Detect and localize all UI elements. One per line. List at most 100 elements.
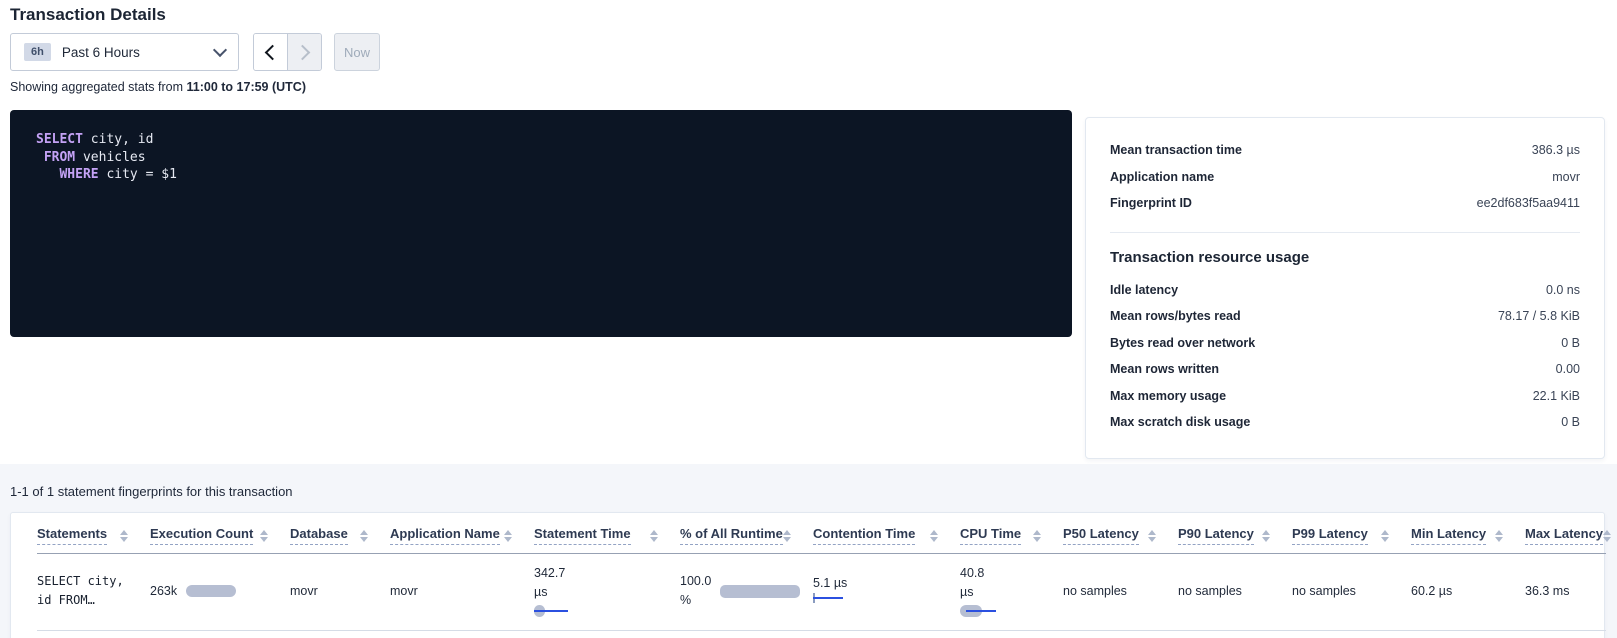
column-header[interactable]: Execution Count — [150, 513, 290, 554]
sort-icon[interactable] — [1603, 530, 1611, 542]
aggregated-stats-prefix: Showing aggregated stats from — [10, 80, 183, 94]
p90-latency-cell: no samples — [1178, 554, 1292, 631]
contention-time-bar — [813, 593, 960, 606]
max-latency-cell: 36.3 ms — [1525, 554, 1606, 631]
statements-table-card: Statements Execution Count Database Applica… — [10, 512, 1605, 638]
summary-label: Idle latency — [1110, 277, 1178, 304]
column-header[interactable]: CPU Time — [960, 513, 1063, 554]
column-header[interactable]: Statement Time — [534, 513, 680, 554]
sort-icon[interactable] — [1495, 530, 1503, 542]
summary-kv-list: Mean transaction time386.3 µsApplication… — [1110, 137, 1580, 217]
sort-icon[interactable] — [1262, 530, 1270, 542]
column-header[interactable]: Application Name — [390, 513, 534, 554]
summary-value: 78.17 / 5.8 KiB — [1498, 303, 1580, 330]
sort-icon[interactable] — [783, 530, 791, 542]
column-header-label: Statement Time — [534, 526, 631, 545]
sort-icon[interactable] — [120, 530, 128, 542]
execution-count-cell: 263k — [150, 554, 290, 631]
column-header[interactable]: P99 Latency — [1292, 513, 1411, 554]
page-title: Transaction Details — [10, 5, 166, 25]
runtime-percent-cell: 100.0 % — [680, 554, 813, 631]
summary-value: 0.0 ns — [1546, 277, 1580, 304]
resource-usage-title: Transaction resource usage — [1110, 249, 1580, 266]
summary-label: Mean rows/bytes read — [1110, 303, 1241, 330]
summary-value: 0.00 — [1556, 356, 1580, 383]
column-header-label: P90 Latency — [1178, 526, 1254, 545]
p99-latency-cell: no samples — [1292, 554, 1411, 631]
column-header[interactable]: % of All Runtime — [680, 513, 813, 554]
summary-row: Mean transaction time 386.3 µs — [1110, 137, 1580, 164]
database-cell: movr — [290, 554, 390, 631]
column-header-label: P99 Latency — [1292, 526, 1368, 545]
column-header[interactable]: P90 Latency — [1178, 513, 1292, 554]
transaction-summary-card: Mean transaction time386.3 µsApplication… — [1085, 117, 1605, 459]
summary-value: 0 B — [1561, 330, 1580, 357]
column-header[interactable]: Contention Time — [813, 513, 960, 554]
application-name-cell: movr — [390, 554, 534, 631]
sql-statement-box: SELECT city, id FROM vehicles WHERE city… — [10, 110, 1072, 337]
sort-icon[interactable] — [260, 530, 268, 542]
previous-interval-button[interactable] — [254, 34, 288, 70]
resource-usage-kv-list: Idle latency 0.0 ns Mean rows/bytes read 78… — [1110, 277, 1580, 436]
statement-cell[interactable]: SELECT city, id FROM… — [37, 554, 150, 631]
summary-row: Fingerprint ID ee2df683f5aa9411 — [1110, 190, 1580, 217]
contention-time-cell: 5.1 µs — [813, 554, 960, 631]
column-header[interactable]: Statements — [37, 513, 150, 554]
next-interval-button[interactable] — [288, 34, 321, 70]
column-header[interactable]: Max Latency — [1525, 513, 1606, 554]
summary-value: ee2df683f5aa9411 — [1477, 190, 1580, 217]
column-header-label: CPU Time — [960, 526, 1021, 545]
column-header[interactable]: P50 Latency — [1063, 513, 1178, 554]
summary-value: 386.3 µs — [1532, 137, 1580, 164]
sort-icon[interactable] — [650, 530, 658, 542]
sort-icon[interactable] — [1033, 530, 1041, 542]
summary-label: Mean transaction time — [1110, 137, 1242, 164]
column-header-label: Statements — [37, 526, 107, 545]
time-nav-group — [253, 33, 322, 71]
aggregated-stats-line: Showing aggregated stats from 11:00 to 1… — [10, 80, 306, 94]
summary-value: 0 B — [1561, 409, 1580, 436]
summary-label: Fingerprint ID — [1110, 190, 1192, 217]
now-button[interactable]: Now — [334, 33, 380, 71]
summary-value: movr — [1552, 164, 1580, 191]
sort-icon[interactable] — [930, 530, 938, 542]
statement-time-bar — [534, 605, 680, 618]
column-header-label: Contention Time — [813, 526, 915, 545]
time-range-dropdown[interactable]: 6h Past 6 Hours — [10, 33, 239, 71]
column-header-label: % of All Runtime — [680, 526, 783, 545]
column-header[interactable]: Min Latency — [1411, 513, 1525, 554]
column-header-label: Application Name — [390, 526, 500, 545]
aggregated-stats-range: 11:00 to 17:59 (UTC) — [187, 80, 306, 94]
column-header-label: Max Latency — [1525, 526, 1603, 545]
runtime-percent-bar — [720, 585, 800, 598]
transaction-details-page: Transaction Details 6h Past 6 Hours Now … — [0, 0, 1617, 638]
min-latency-cell: 60.2 µs — [1411, 554, 1525, 631]
resource-usage-row: Mean rows written 0.00 — [1110, 356, 1580, 383]
resource-usage-row: Mean rows/bytes read 78.17 / 5.8 KiB — [1110, 303, 1580, 330]
cpu-time-bar — [960, 605, 1063, 618]
column-header[interactable]: Database — [290, 513, 390, 554]
resource-usage-row: Max scratch disk usage 0 B — [1110, 409, 1580, 436]
statement-fingerprints-count: 1-1 of 1 statement fingerprints for this… — [10, 484, 293, 499]
sort-icon[interactable] — [1381, 530, 1389, 542]
summary-label: Application name — [1110, 164, 1214, 191]
resource-usage-row: Idle latency 0.0 ns — [1110, 277, 1580, 304]
chevron-right-icon — [295, 44, 311, 60]
sql-code: SELECT city, id FROM vehicles WHERE city… — [36, 131, 1046, 184]
column-header-label: Execution Count — [150, 526, 253, 545]
sort-icon[interactable] — [504, 530, 512, 542]
time-range-label: Past 6 Hours — [62, 45, 140, 60]
statement-link[interactable]: SELECT city, id FROM… — [37, 572, 150, 610]
sort-icon[interactable] — [1148, 530, 1156, 542]
chevron-down-icon — [213, 43, 227, 57]
summary-label: Max scratch disk usage — [1110, 409, 1250, 436]
resource-usage-row: Bytes read over network0 B — [1110, 330, 1580, 357]
column-header-label: Database — [290, 526, 348, 545]
summary-label: Mean rows written — [1110, 356, 1219, 383]
summary-value: 22.1 KiB — [1533, 383, 1580, 410]
resource-usage-row: Max memory usage22.1 KiB — [1110, 383, 1580, 410]
summary-row: Application name movr — [1110, 164, 1580, 191]
sort-icon[interactable] — [360, 530, 368, 542]
p50-latency-cell: no samples — [1063, 554, 1178, 631]
column-header-label: P50 Latency — [1063, 526, 1139, 545]
